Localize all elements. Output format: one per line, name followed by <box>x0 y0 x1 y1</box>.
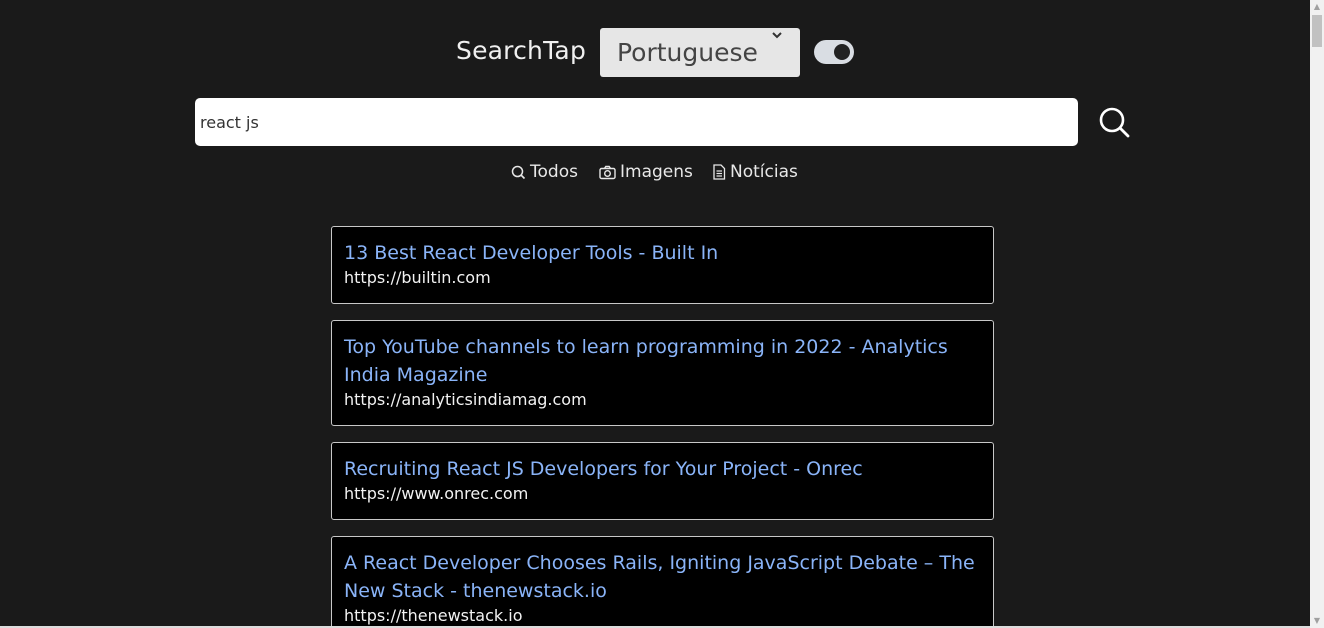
result-title-link[interactable]: Top YouTube channels to learn programmin… <box>344 333 981 389</box>
tab-all[interactable]: Todos <box>511 162 578 182</box>
brand-logo[interactable]: SearchTap <box>456 36 586 65</box>
language-select-value: Portuguese <box>617 38 758 67</box>
result-url: https://www.onrec.com <box>344 484 529 503</box>
tab-label: Notícias <box>730 162 798 182</box>
search-input[interactable] <box>195 98 1078 146</box>
scrollbar-thumb[interactable] <box>1312 15 1322 47</box>
vertical-scrollbar[interactable]: ▲ ▼ <box>1310 0 1324 628</box>
search-tabs: Todos Imagens Notícias <box>0 162 1310 186</box>
search-icon <box>1099 107 1130 138</box>
document-icon <box>713 164 726 180</box>
scroll-up-arrow-icon[interactable]: ▲ <box>1310 0 1324 14</box>
search-button[interactable] <box>1098 106 1130 138</box>
tab-news[interactable]: Notícias <box>712 162 798 182</box>
result-title-link[interactable]: A React Developer Chooses Rails, Ignitin… <box>344 549 981 605</box>
result-title-link[interactable]: 13 Best React Developer Tools - Built In <box>344 239 981 267</box>
tab-label: Imagens <box>620 162 693 182</box>
result-title-link[interactable]: Recruiting React JS Developers for Your … <box>344 455 981 483</box>
tab-images[interactable]: Imagens <box>599 162 693 182</box>
language-select[interactable]: Portuguese <box>600 28 800 77</box>
toggle-knob <box>834 44 850 60</box>
result-url: https://thenewstack.io <box>344 606 523 625</box>
scroll-down-arrow-icon[interactable]: ▼ <box>1310 614 1324 628</box>
theme-toggle[interactable] <box>814 40 854 64</box>
page: SearchTap Portuguese Todos <box>0 0 1324 628</box>
result-item: A React Developer Chooses Rails, Ignitin… <box>331 536 994 628</box>
camera-icon <box>599 165 616 179</box>
search-icon <box>511 165 526 179</box>
result-item: Top YouTube channels to learn programmin… <box>331 320 994 426</box>
tab-label: Todos <box>530 162 578 182</box>
result-url: https://analyticsindiamag.com <box>344 390 587 409</box>
result-url: https://builtin.com <box>344 268 491 287</box>
header: SearchTap Portuguese <box>0 28 1310 78</box>
chevron-down-icon <box>771 20 783 70</box>
result-item: 13 Best React Developer Tools - Built In… <box>331 226 994 304</box>
result-item: Recruiting React JS Developers for Your … <box>331 442 994 520</box>
